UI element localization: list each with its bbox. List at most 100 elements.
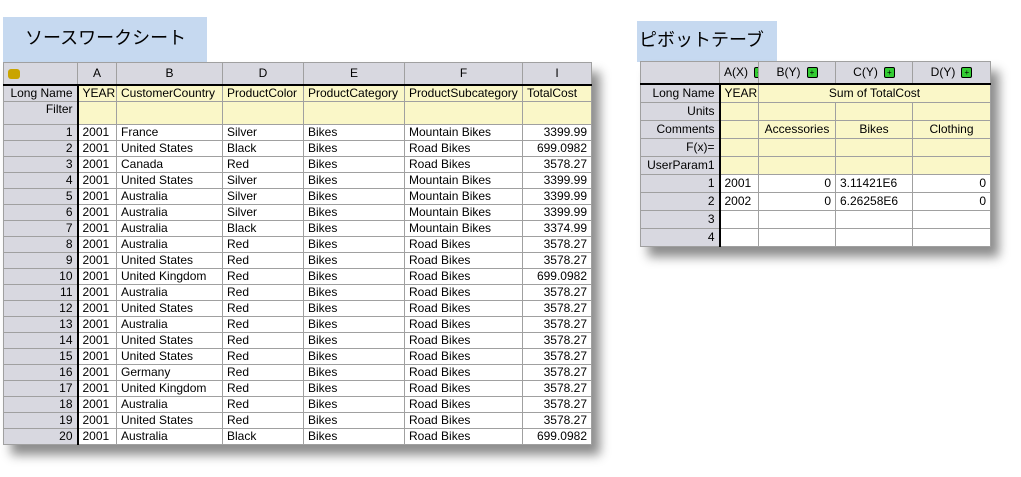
- data-cell[interactable]: Mountain Bikes: [404, 204, 523, 221]
- data-cell[interactable]: United Kingdom: [116, 268, 223, 285]
- data-cell[interactable]: Silver: [222, 124, 304, 141]
- row-number[interactable]: 17: [3, 380, 79, 397]
- column-header-A[interactable]: A: [77, 62, 117, 86]
- row-number[interactable]: 3: [640, 210, 721, 229]
- long-name-cell[interactable]: ProductColor: [222, 84, 304, 102]
- data-cell[interactable]: Silver: [222, 204, 304, 221]
- select-all-corner[interactable]: [640, 61, 720, 85]
- data-cell[interactable]: Australia: [116, 284, 223, 301]
- data-cell[interactable]: Red: [222, 156, 304, 173]
- data-cell[interactable]: Road Bikes: [404, 364, 523, 381]
- data-cell[interactable]: Red: [222, 380, 304, 397]
- data-cell[interactable]: 3399.99: [522, 204, 592, 221]
- data-cell[interactable]: Bikes: [303, 188, 405, 205]
- data-cell[interactable]: [835, 228, 913, 247]
- row-number[interactable]: 4: [3, 172, 79, 189]
- data-cell[interactable]: 3578.27: [522, 284, 592, 301]
- data-cell[interactable]: United States: [116, 300, 223, 317]
- data-cell[interactable]: Road Bikes: [404, 284, 523, 301]
- comments-cell[interactable]: [719, 120, 759, 139]
- data-cell[interactable]: Bikes: [303, 172, 405, 189]
- row-number[interactable]: 10: [3, 268, 79, 285]
- data-cell[interactable]: 3374.99: [522, 220, 592, 237]
- data-cell[interactable]: Bikes: [303, 156, 405, 173]
- label-cell[interactable]: [719, 138, 759, 157]
- data-cell[interactable]: [719, 228, 759, 247]
- data-cell[interactable]: 2001: [77, 364, 117, 381]
- data-cell[interactable]: 6.26258E6: [835, 192, 913, 211]
- long-name-cell[interactable]: YEAR: [719, 83, 759, 103]
- data-cell[interactable]: Red: [222, 252, 304, 269]
- data-cell[interactable]: 0: [912, 174, 991, 193]
- data-cell[interactable]: Road Bikes: [404, 252, 523, 269]
- column-header-1[interactable]: B(Y) +: [758, 61, 836, 85]
- data-cell[interactable]: 2001: [719, 174, 759, 193]
- data-cell[interactable]: Bikes: [303, 204, 405, 221]
- column-header-3[interactable]: D(Y) +: [912, 61, 991, 85]
- data-cell[interactable]: Silver: [222, 188, 304, 205]
- data-cell[interactable]: 699.0982: [522, 268, 592, 285]
- data-cell[interactable]: Black: [222, 220, 304, 237]
- data-cell[interactable]: 2001: [77, 140, 117, 157]
- data-cell[interactable]: 2001: [77, 156, 117, 173]
- data-cell[interactable]: 2001: [77, 380, 117, 397]
- data-cell[interactable]: United States: [116, 412, 223, 429]
- row-number[interactable]: 9: [3, 252, 79, 269]
- long-name-cell[interactable]: Sum of TotalCost: [758, 83, 991, 103]
- data-cell[interactable]: 3578.27: [522, 236, 592, 253]
- data-cell[interactable]: United States: [116, 252, 223, 269]
- data-cell[interactable]: Canada: [116, 156, 223, 173]
- data-cell[interactable]: Road Bikes: [404, 412, 523, 429]
- data-cell[interactable]: Australia: [116, 396, 223, 413]
- filter-cell[interactable]: [522, 101, 592, 125]
- data-cell[interactable]: Black: [222, 428, 304, 445]
- data-cell[interactable]: 3.11421E6: [835, 174, 913, 193]
- data-cell[interactable]: Road Bikes: [404, 428, 523, 445]
- label-cell[interactable]: [719, 102, 759, 121]
- data-cell[interactable]: Road Bikes: [404, 316, 523, 333]
- data-cell[interactable]: 3578.27: [522, 396, 592, 413]
- data-cell[interactable]: Red: [222, 236, 304, 253]
- data-cell[interactable]: [758, 228, 836, 247]
- row-number[interactable]: 15: [3, 348, 79, 365]
- data-cell[interactable]: Road Bikes: [404, 380, 523, 397]
- data-cell[interactable]: Mountain Bikes: [404, 220, 523, 237]
- data-cell[interactable]: 2001: [77, 204, 117, 221]
- column-header-F[interactable]: F: [404, 62, 523, 86]
- data-cell[interactable]: Bikes: [303, 252, 405, 269]
- data-cell[interactable]: 2001: [77, 252, 117, 269]
- data-cell[interactable]: [835, 210, 913, 229]
- data-cell[interactable]: 2001: [77, 300, 117, 317]
- label-cell[interactable]: [912, 138, 991, 157]
- filter-cell[interactable]: [222, 101, 304, 125]
- data-cell[interactable]: 3399.99: [522, 124, 592, 141]
- data-cell[interactable]: Bikes: [303, 300, 405, 317]
- data-cell[interactable]: Bikes: [303, 140, 405, 157]
- column-header-0[interactable]: A(X) +: [719, 61, 759, 85]
- row-number[interactable]: 16: [3, 364, 79, 381]
- data-cell[interactable]: 3578.27: [522, 332, 592, 349]
- data-cell[interactable]: 3578.27: [522, 348, 592, 365]
- data-cell[interactable]: 2001: [77, 396, 117, 413]
- row-number[interactable]: 18: [3, 396, 79, 413]
- data-cell[interactable]: 3399.99: [522, 172, 592, 189]
- data-cell[interactable]: United States: [116, 348, 223, 365]
- data-cell[interactable]: 3578.27: [522, 364, 592, 381]
- label-cell[interactable]: [835, 156, 913, 175]
- row-number[interactable]: 20: [3, 428, 79, 445]
- data-cell[interactable]: 3578.27: [522, 380, 592, 397]
- data-cell[interactable]: Australia: [116, 428, 223, 445]
- data-cell[interactable]: 2001: [77, 124, 117, 141]
- data-cell[interactable]: 2001: [77, 348, 117, 365]
- data-cell[interactable]: Road Bikes: [404, 156, 523, 173]
- long-name-cell[interactable]: ProductSubcategory: [404, 84, 523, 102]
- pivot-table[interactable]: A(X) + B(Y) + C(Y) + D(Y) + Long NameYEARSum of …: [640, 61, 991, 247]
- filter-cell[interactable]: [404, 101, 523, 125]
- long-name-cell[interactable]: ProductCategory: [303, 84, 405, 102]
- data-cell[interactable]: 3578.27: [522, 252, 592, 269]
- data-cell[interactable]: [912, 210, 991, 229]
- data-cell[interactable]: 3399.99: [522, 188, 592, 205]
- data-cell[interactable]: Bikes: [303, 220, 405, 237]
- data-cell[interactable]: Red: [222, 364, 304, 381]
- row-number[interactable]: 2: [640, 192, 721, 211]
